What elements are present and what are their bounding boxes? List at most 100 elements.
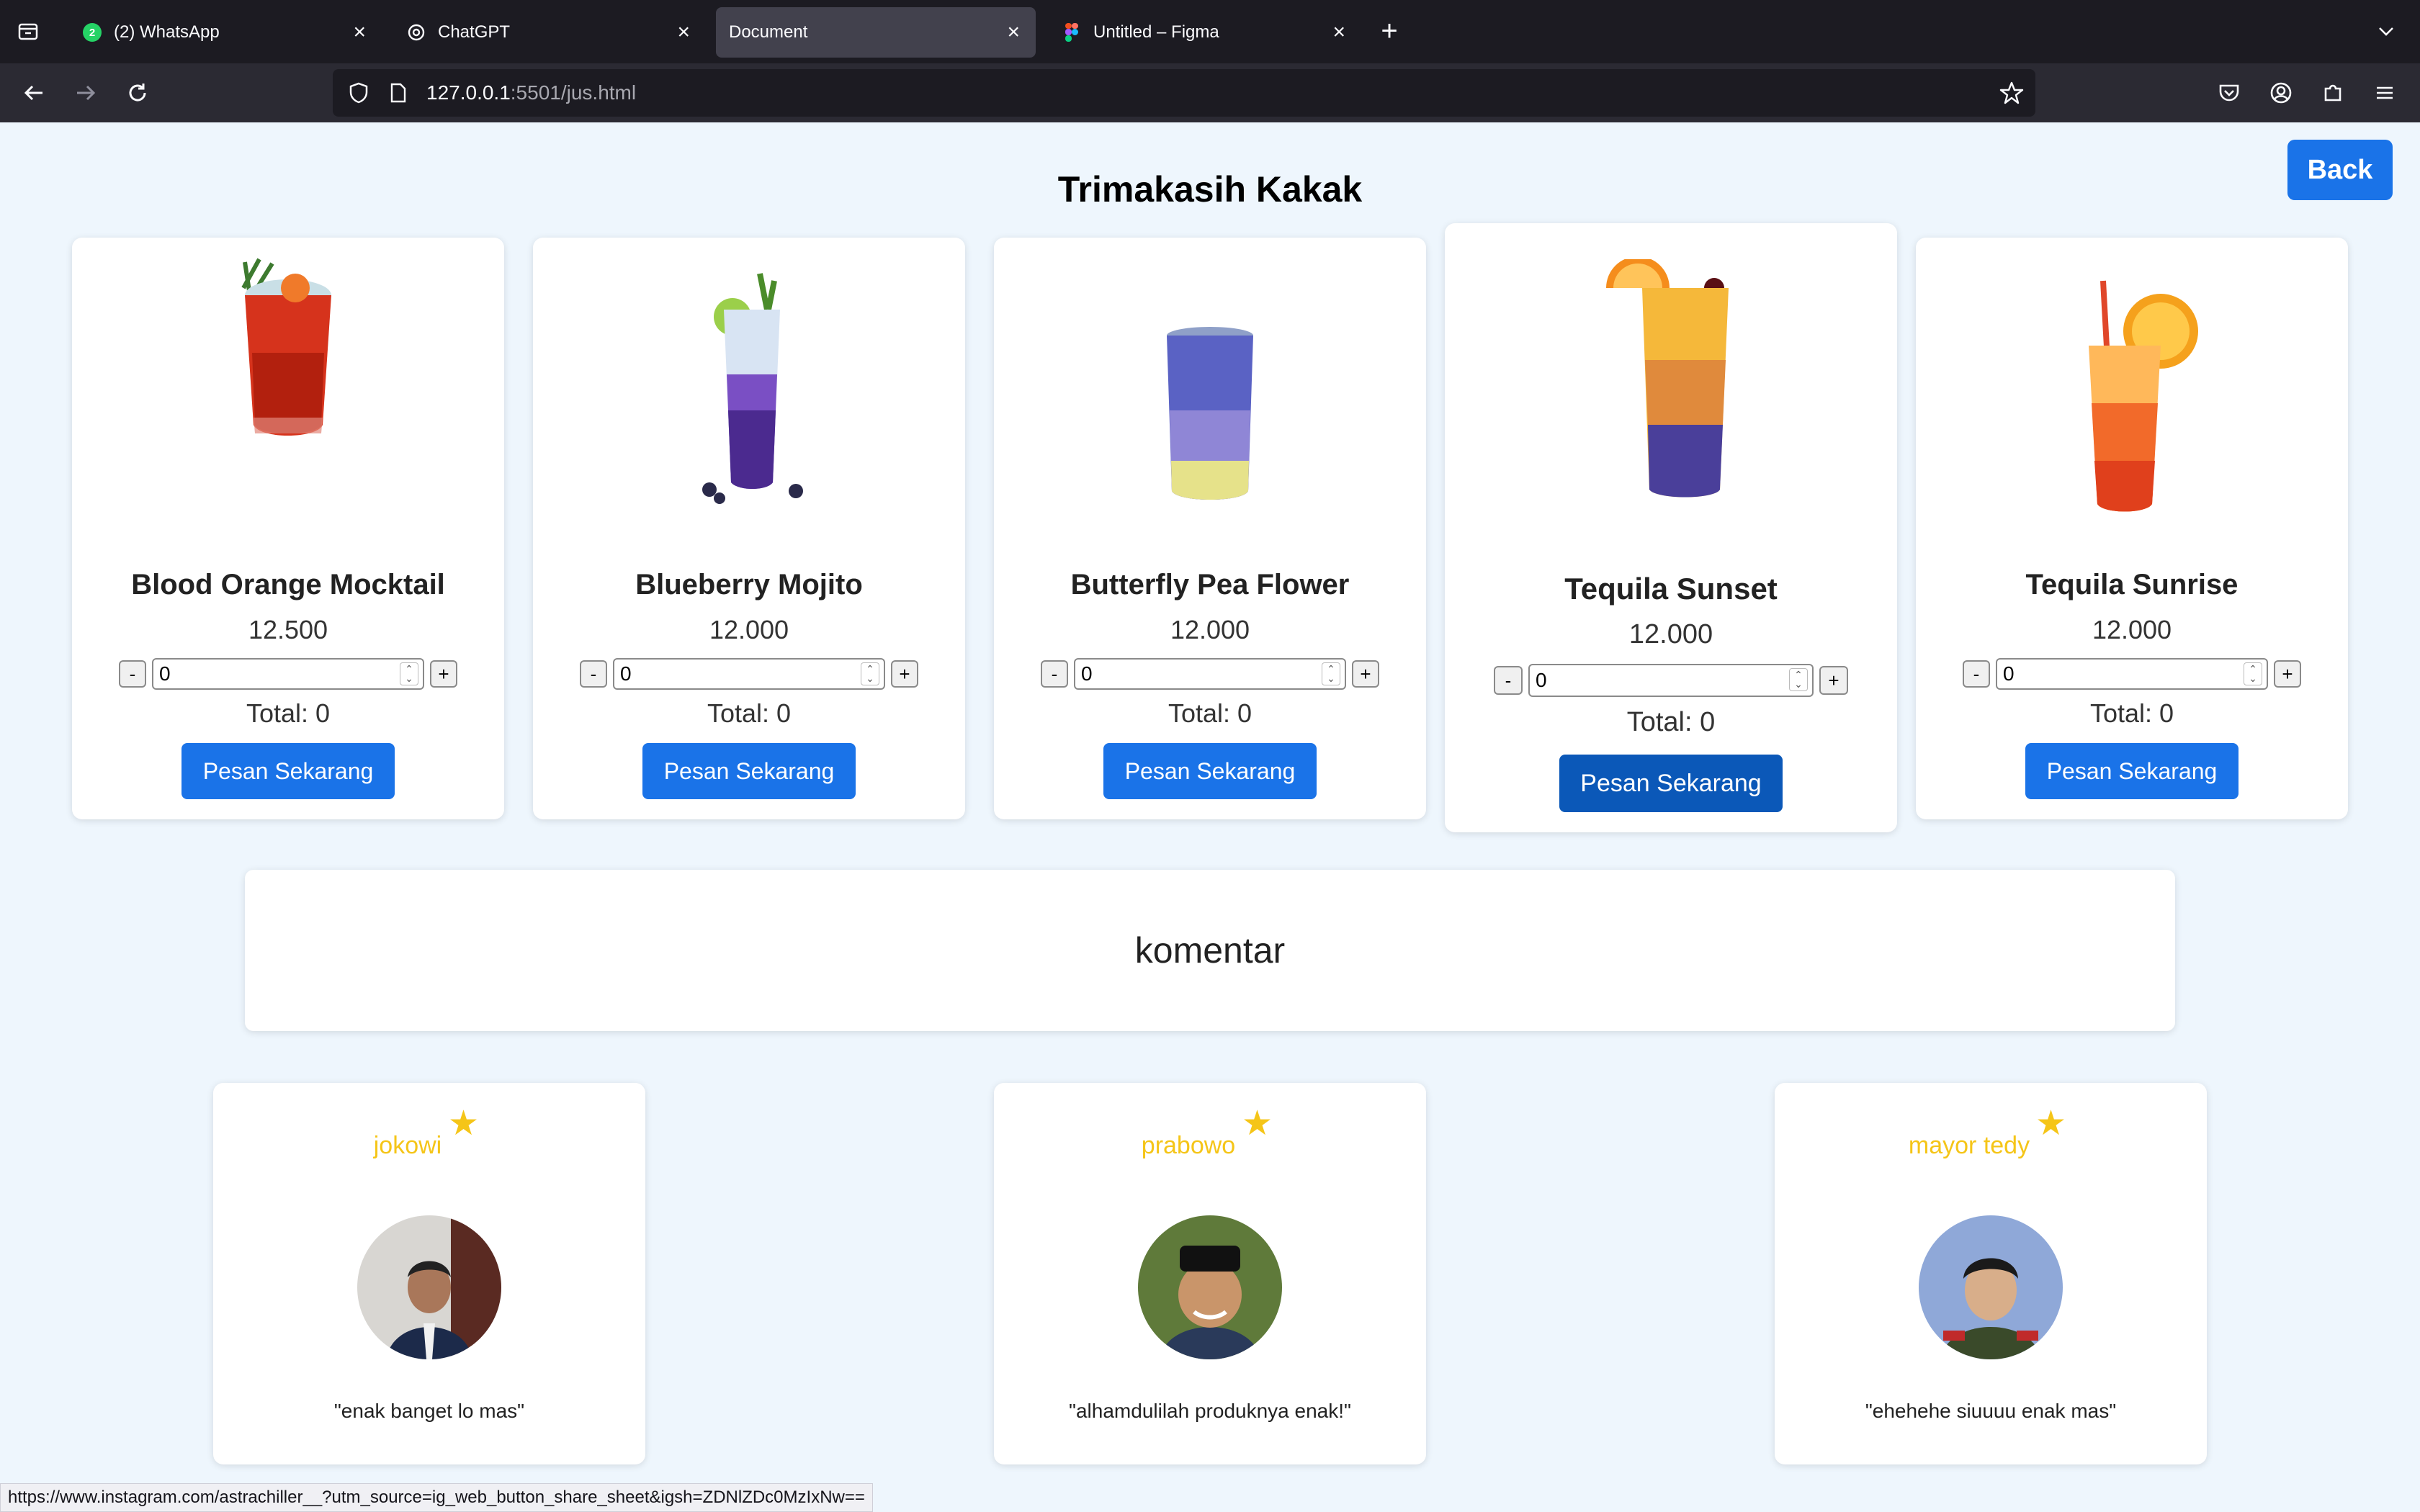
order-button[interactable]: Pesan Sekarang bbox=[1559, 755, 1783, 812]
product-card: Blood Orange Mocktail 12.500 - 0 ⌃ ⌄ + To… bbox=[72, 238, 504, 819]
product-price: 12.000 bbox=[1170, 615, 1250, 644]
spinner-icon[interactable]: ⌃ ⌄ bbox=[400, 662, 418, 685]
reload-icon[interactable] bbox=[121, 76, 154, 109]
product-card: Blueberry Mojito 12.000 - 0 ⌃ ⌄ + Total: … bbox=[533, 238, 965, 819]
quantity-value: 0 bbox=[1081, 662, 1093, 685]
status-bar-url: https://www.instagram.com/astrachiller__… bbox=[0, 1483, 873, 1512]
bookmark-star-icon[interactable] bbox=[1999, 81, 2024, 110]
tab-label: (2) WhatsApp bbox=[114, 22, 220, 42]
order-button[interactable]: Pesan Sekarang bbox=[182, 743, 395, 799]
decrement-button[interactable]: - bbox=[1494, 666, 1523, 695]
spinner-icon[interactable]: ⌃ ⌄ bbox=[2244, 662, 2262, 685]
close-icon[interactable]: × bbox=[1332, 20, 1345, 45]
star-icon: ★ bbox=[448, 1104, 480, 1143]
spinner-icon[interactable]: ⌃ ⌄ bbox=[1322, 662, 1340, 685]
product-name: Butterfly Pea Flower bbox=[1070, 569, 1350, 600]
decrement-button[interactable]: - bbox=[580, 660, 607, 688]
tab-chatgpt[interactable]: ChatGPT × bbox=[390, 7, 706, 58]
tab-figma[interactable]: Untitled – Figma × bbox=[1046, 7, 1361, 58]
reviewer-name: mayor tedy bbox=[1908, 1132, 2030, 1159]
spinner-icon[interactable]: ⌃ ⌄ bbox=[1789, 668, 1808, 691]
reviewer-name: jokowi bbox=[373, 1132, 442, 1159]
forward-arrow-icon[interactable] bbox=[69, 76, 102, 109]
close-icon[interactable]: × bbox=[1007, 20, 1020, 45]
quantity-input[interactable]: 0 ⌃ ⌄ bbox=[613, 658, 885, 690]
decrement-button[interactable]: - bbox=[119, 660, 146, 688]
blood-orange-mocktail-image bbox=[216, 245, 360, 454]
spinner-icon[interactable]: ⌃ ⌄ bbox=[861, 662, 879, 685]
order-button[interactable]: Pesan Sekarang bbox=[642, 743, 856, 799]
quantity-stepper: - 0 ⌃ ⌄ + bbox=[533, 658, 965, 690]
comment-section-heading: komentar bbox=[245, 870, 2175, 1031]
url-text: 127.0.0.1:5501/jus.html bbox=[426, 81, 636, 104]
avatar bbox=[357, 1215, 501, 1359]
extensions-icon[interactable] bbox=[2316, 76, 2349, 109]
tab-document[interactable]: Document × bbox=[716, 7, 1036, 58]
product-name: Tequila Sunrise bbox=[2025, 569, 2238, 600]
increment-button[interactable]: + bbox=[430, 660, 457, 688]
url-path: :5501/jus.html bbox=[510, 81, 637, 104]
new-tab-icon[interactable]: + bbox=[1373, 14, 1406, 48]
tab-label: Untitled – Figma bbox=[1093, 22, 1219, 42]
shield-icon[interactable] bbox=[344, 82, 373, 104]
chevron-down-icon[interactable] bbox=[2370, 14, 2403, 48]
quantity-stepper: - 0 ⌃ ⌄ + bbox=[72, 658, 504, 690]
quantity-input[interactable]: 0 ⌃ ⌄ bbox=[1074, 658, 1346, 690]
account-icon[interactable] bbox=[2264, 76, 2298, 109]
product-total: Total: 0 bbox=[246, 698, 331, 728]
product-total: Total: 0 bbox=[1626, 707, 1716, 737]
review-card: jokowi ★ "enak banget lo mas" bbox=[213, 1083, 645, 1464]
avatar bbox=[1919, 1215, 2063, 1359]
menu-icon[interactable] bbox=[2368, 76, 2401, 109]
product-price: 12.500 bbox=[248, 615, 328, 644]
order-button[interactable]: Pesan Sekarang bbox=[2025, 743, 2238, 799]
quantity-stepper: - 0 ⌃ ⌄ + bbox=[994, 658, 1426, 690]
tab-list-icon[interactable] bbox=[12, 14, 45, 48]
decrement-button[interactable]: - bbox=[1963, 660, 1990, 688]
review-card: mayor tedy ★ "ehehehe siuuuu enak mas" bbox=[1775, 1083, 2207, 1464]
quantity-stepper: - 0 ⌃ ⌄ + bbox=[1916, 658, 2348, 690]
page-title: Trimakasih Kakak bbox=[1057, 169, 1363, 210]
product-price: 12.000 bbox=[2092, 615, 2172, 644]
quantity-value: 0 bbox=[2003, 662, 2015, 685]
butterfly-pea-flower-image bbox=[1163, 324, 1257, 504]
reviewer-name: prabowo bbox=[1141, 1132, 1236, 1159]
tab-label: ChatGPT bbox=[438, 22, 511, 42]
tequila-sunrise-image bbox=[2060, 274, 2204, 518]
close-icon[interactable]: × bbox=[353, 20, 366, 45]
quantity-input[interactable]: 0 ⌃ ⌄ bbox=[152, 658, 424, 690]
tab-whatsapp[interactable]: 2 (2) WhatsApp × bbox=[66, 7, 382, 58]
product-total: Total: 0 bbox=[2089, 698, 2174, 728]
product-total: Total: 0 bbox=[1168, 698, 1252, 728]
chatgpt-icon bbox=[406, 22, 426, 42]
decrement-button[interactable]: - bbox=[1041, 660, 1068, 688]
page-icon[interactable] bbox=[387, 83, 409, 103]
back-arrow-icon[interactable] bbox=[17, 76, 50, 109]
increment-button[interactable]: + bbox=[891, 660, 918, 688]
review-text: "enak banget lo mas" bbox=[333, 1400, 525, 1422]
increment-button[interactable]: + bbox=[2274, 660, 2301, 688]
quantity-value: 0 bbox=[620, 662, 632, 685]
increment-button[interactable]: + bbox=[1819, 666, 1848, 695]
quantity-stepper: - 0 ⌃ ⌄ + bbox=[1445, 664, 1897, 697]
pocket-icon[interactable] bbox=[2213, 76, 2246, 109]
product-card: Tequila Sunset 12.000 - 0 ⌃ ⌄ + Total: 0 … bbox=[1445, 223, 1897, 832]
product-name: Blood Orange Mocktail bbox=[131, 569, 445, 600]
close-icon[interactable]: × bbox=[677, 20, 690, 45]
product-price: 12.000 bbox=[709, 615, 789, 644]
review-card: prabowo ★ "alhamdulilah produknya enak!" bbox=[994, 1083, 1426, 1464]
product-card: Tequila Sunrise 12.000 - 0 ⌃ ⌄ + Total: 0… bbox=[1916, 238, 2348, 819]
quantity-value: 0 bbox=[1536, 669, 1547, 691]
back-button[interactable]: Back bbox=[2287, 140, 2393, 200]
increment-button[interactable]: + bbox=[1352, 660, 1379, 688]
quantity-input[interactable]: 0 ⌃ ⌄ bbox=[1996, 658, 2268, 690]
review-text: "ehehehe siuuuu enak mas" bbox=[1865, 1400, 2117, 1422]
product-price: 12.000 bbox=[1628, 619, 1713, 649]
order-button[interactable]: Pesan Sekarang bbox=[1103, 743, 1317, 799]
address-bar[interactable]: 127.0.0.1:5501/jus.html bbox=[333, 69, 2035, 117]
tab-bar: 2 (2) WhatsApp × ChatGPT × Document × Un… bbox=[0, 0, 2420, 63]
star-icon: ★ bbox=[1242, 1104, 1273, 1143]
avatar bbox=[1138, 1215, 1282, 1359]
quantity-input[interactable]: 0 ⌃ ⌄ bbox=[1528, 664, 1814, 697]
review-text: "alhamdulilah produknya enak!" bbox=[1069, 1400, 1351, 1422]
